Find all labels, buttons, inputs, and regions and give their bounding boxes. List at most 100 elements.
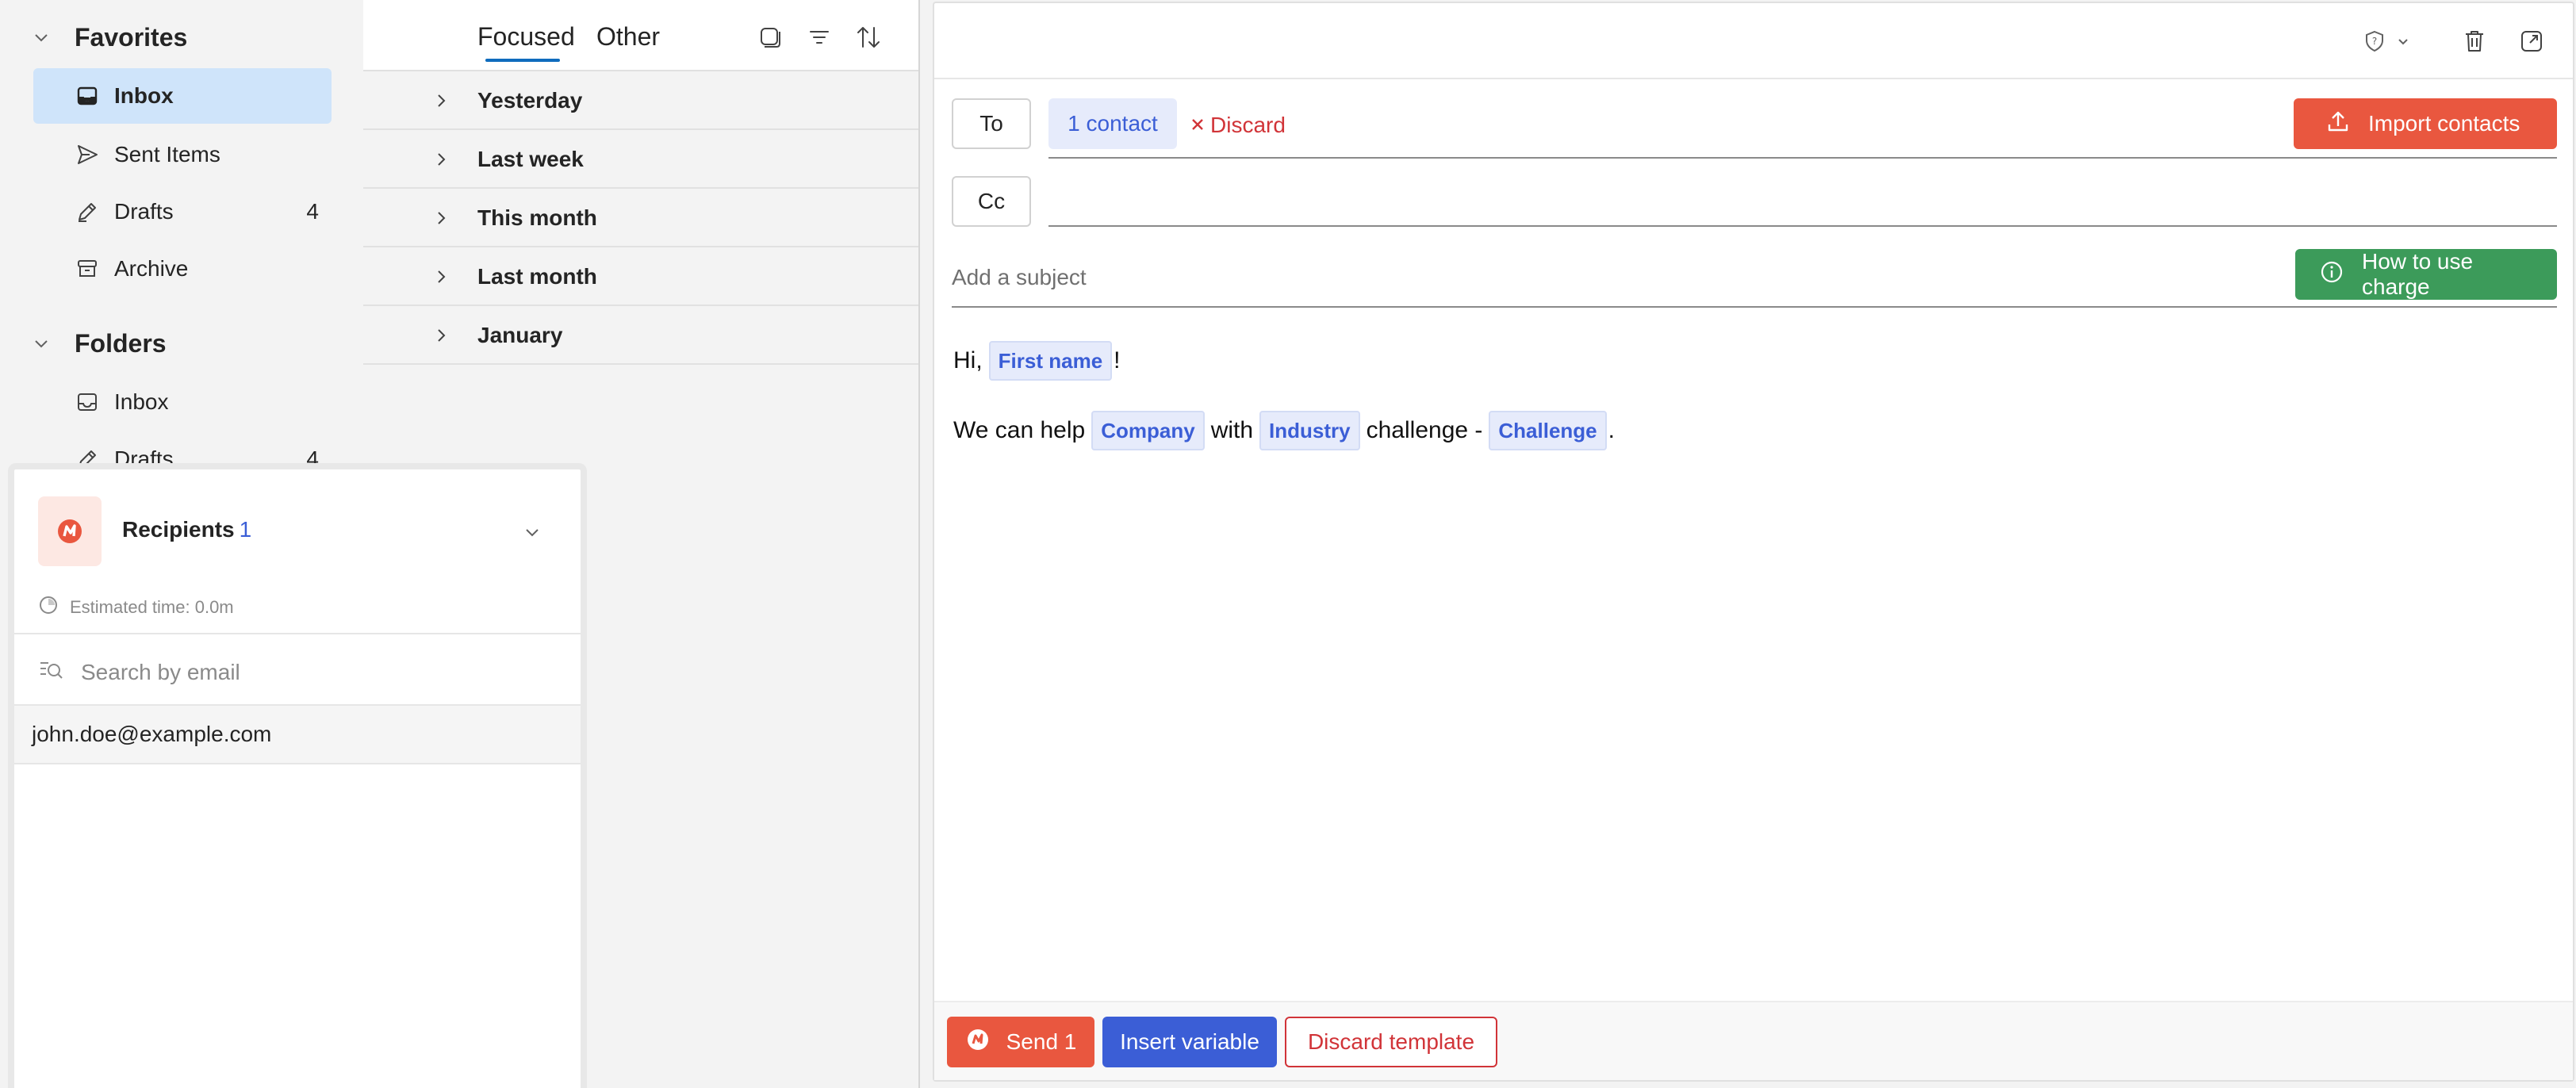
cc-field[interactable] bbox=[1048, 225, 2557, 227]
group-row-last-month[interactable]: Last month bbox=[363, 249, 918, 306]
pencil-icon bbox=[75, 199, 100, 224]
chevron-right-icon bbox=[431, 326, 450, 345]
recipients-panel: Recipients 1 Estimated time: 0.0m Search … bbox=[8, 463, 587, 1088]
sidebar-item-inbox[interactable]: Inbox bbox=[33, 68, 332, 124]
subject-underline bbox=[952, 306, 2557, 308]
divider bbox=[14, 633, 581, 634]
sidebar-item-sent-items[interactable]: Sent Items bbox=[33, 127, 332, 182]
recipient-search-input[interactable]: Search by email bbox=[38, 657, 240, 688]
message-list-header: Focused Other bbox=[363, 0, 918, 71]
pop-out-icon[interactable] bbox=[2516, 25, 2547, 57]
search-placeholder: Search by email bbox=[81, 659, 240, 684]
contact-chip[interactable]: 1 contact bbox=[1048, 98, 1177, 149]
group-row-yesterday[interactable]: Yesterday bbox=[363, 73, 918, 130]
send-button[interactable]: Send 1 bbox=[947, 1017, 1094, 1067]
unread-count: 4 bbox=[306, 199, 319, 224]
tab-focused[interactable]: Focused bbox=[477, 22, 575, 52]
group-row-january[interactable]: January bbox=[363, 308, 918, 365]
chevron-down-icon bbox=[32, 334, 51, 353]
pane-divider bbox=[918, 0, 920, 1088]
discard-link[interactable]: Discard bbox=[1190, 113, 1286, 138]
sidebar-item-drafts[interactable]: Drafts 4 bbox=[33, 184, 332, 239]
insert-variable-button[interactable]: Insert variable bbox=[1102, 1017, 1277, 1067]
folders-header[interactable]: Folders bbox=[32, 324, 167, 363]
how-to-use-button[interactable]: How to use charge bbox=[2295, 249, 2557, 300]
favorites-header[interactable]: Favorites bbox=[32, 17, 187, 57]
chevron-down-icon[interactable] bbox=[2387, 25, 2419, 57]
inbox-icon bbox=[75, 83, 100, 109]
group-label: January bbox=[477, 323, 563, 347]
active-tab-indicator bbox=[485, 59, 560, 62]
select-icon[interactable] bbox=[755, 22, 785, 52]
inbox-icon bbox=[75, 389, 100, 415]
chevron-right-icon bbox=[431, 267, 450, 286]
search-icon bbox=[38, 657, 63, 688]
recipients-title: Recipients 1 bbox=[122, 517, 251, 542]
body-text: We can help bbox=[953, 417, 1086, 443]
sidebar-item-label: Sent Items bbox=[114, 142, 220, 167]
chevron-right-icon bbox=[431, 209, 450, 228]
filter-icon[interactable] bbox=[804, 22, 834, 52]
greeting-prefix: Hi, bbox=[953, 347, 983, 374]
sidebar-item-archive[interactable]: Archive bbox=[33, 241, 332, 297]
variable-first-name[interactable]: First name bbox=[988, 341, 1113, 381]
estimated-time-label: Estimated time: 0.0m bbox=[70, 597, 234, 617]
body-greeting[interactable]: Hi, First name ! bbox=[953, 341, 1121, 381]
body-line-2[interactable]: We can help Company with Industry challe… bbox=[953, 411, 1615, 450]
import-contacts-button[interactable]: Import contacts bbox=[2294, 98, 2557, 149]
sidebar-item-label: Archive bbox=[114, 256, 189, 281]
group-label: Last month bbox=[477, 264, 597, 289]
discard-template-button[interactable]: Discard template bbox=[1285, 1017, 1497, 1067]
folder-item-inbox[interactable]: Inbox bbox=[33, 374, 332, 430]
folders-label: Folders bbox=[75, 328, 167, 358]
charge-logo-icon bbox=[965, 1027, 991, 1058]
subject-input[interactable]: Add a subject bbox=[952, 265, 1087, 290]
group-label: Last week bbox=[477, 147, 584, 171]
greeting-suffix: ! bbox=[1114, 347, 1121, 374]
compose-footer: Send 1 Insert variable Discard template bbox=[934, 1001, 2573, 1080]
body-text: . bbox=[1608, 417, 1615, 443]
variable-challenge[interactable]: Challenge bbox=[1489, 411, 1607, 450]
chevron-down-icon[interactable] bbox=[522, 522, 542, 542]
group-label: This month bbox=[477, 205, 597, 230]
sort-icon[interactable] bbox=[853, 22, 884, 52]
charge-logo-icon bbox=[38, 496, 102, 566]
close-icon bbox=[1190, 113, 1206, 138]
group-row-this-month[interactable]: This month bbox=[363, 190, 918, 247]
to-field-underline bbox=[1048, 157, 2557, 159]
to-button[interactable]: To bbox=[952, 98, 1031, 149]
recipient-row[interactable]: john.doe@example.com bbox=[14, 706, 581, 764]
favorites-label: Favorites bbox=[75, 22, 188, 52]
recipients-title-label: Recipients bbox=[122, 517, 235, 542]
discard-label: Discard bbox=[1210, 113, 1286, 137]
body-text: with bbox=[1210, 417, 1254, 443]
send-icon bbox=[75, 142, 100, 167]
chevron-down-icon bbox=[32, 28, 51, 47]
import-contacts-label: Import contacts bbox=[2368, 111, 2520, 136]
archive-icon bbox=[75, 256, 100, 282]
sidebar-item-label: Inbox bbox=[114, 389, 169, 414]
sidebar-item-label: Inbox bbox=[114, 83, 174, 108]
trash-icon[interactable] bbox=[2459, 25, 2490, 57]
tab-other[interactable]: Other bbox=[596, 22, 660, 52]
upload-icon bbox=[2325, 109, 2351, 140]
info-icon bbox=[2319, 259, 2344, 290]
recipients-count: 1 bbox=[239, 517, 252, 542]
timer-icon bbox=[38, 595, 59, 620]
sidebar-item-label: Drafts bbox=[114, 199, 174, 224]
chevron-right-icon bbox=[431, 150, 450, 169]
sensitivity-icon[interactable]: ? bbox=[2359, 25, 2390, 57]
chevron-right-icon bbox=[431, 91, 450, 110]
variable-industry[interactable]: Industry bbox=[1259, 411, 1360, 450]
send-label: Send 1 bbox=[1006, 1029, 1077, 1054]
estimated-time: Estimated time: 0.0m bbox=[38, 595, 234, 620]
cc-button[interactable]: Cc bbox=[952, 176, 1031, 227]
group-row-last-week[interactable]: Last week bbox=[363, 132, 918, 189]
compose-pane: ? To 1 contact Discard Import contacts C… bbox=[933, 2, 2574, 1082]
svg-text:?: ? bbox=[2372, 36, 2377, 47]
body-text: challenge - bbox=[1366, 417, 1483, 443]
how-to-use-label: How to use charge bbox=[2362, 249, 2474, 299]
group-label: Yesterday bbox=[477, 88, 583, 113]
compose-toolbar: ? bbox=[934, 3, 2573, 79]
variable-company[interactable]: Company bbox=[1091, 411, 1205, 450]
